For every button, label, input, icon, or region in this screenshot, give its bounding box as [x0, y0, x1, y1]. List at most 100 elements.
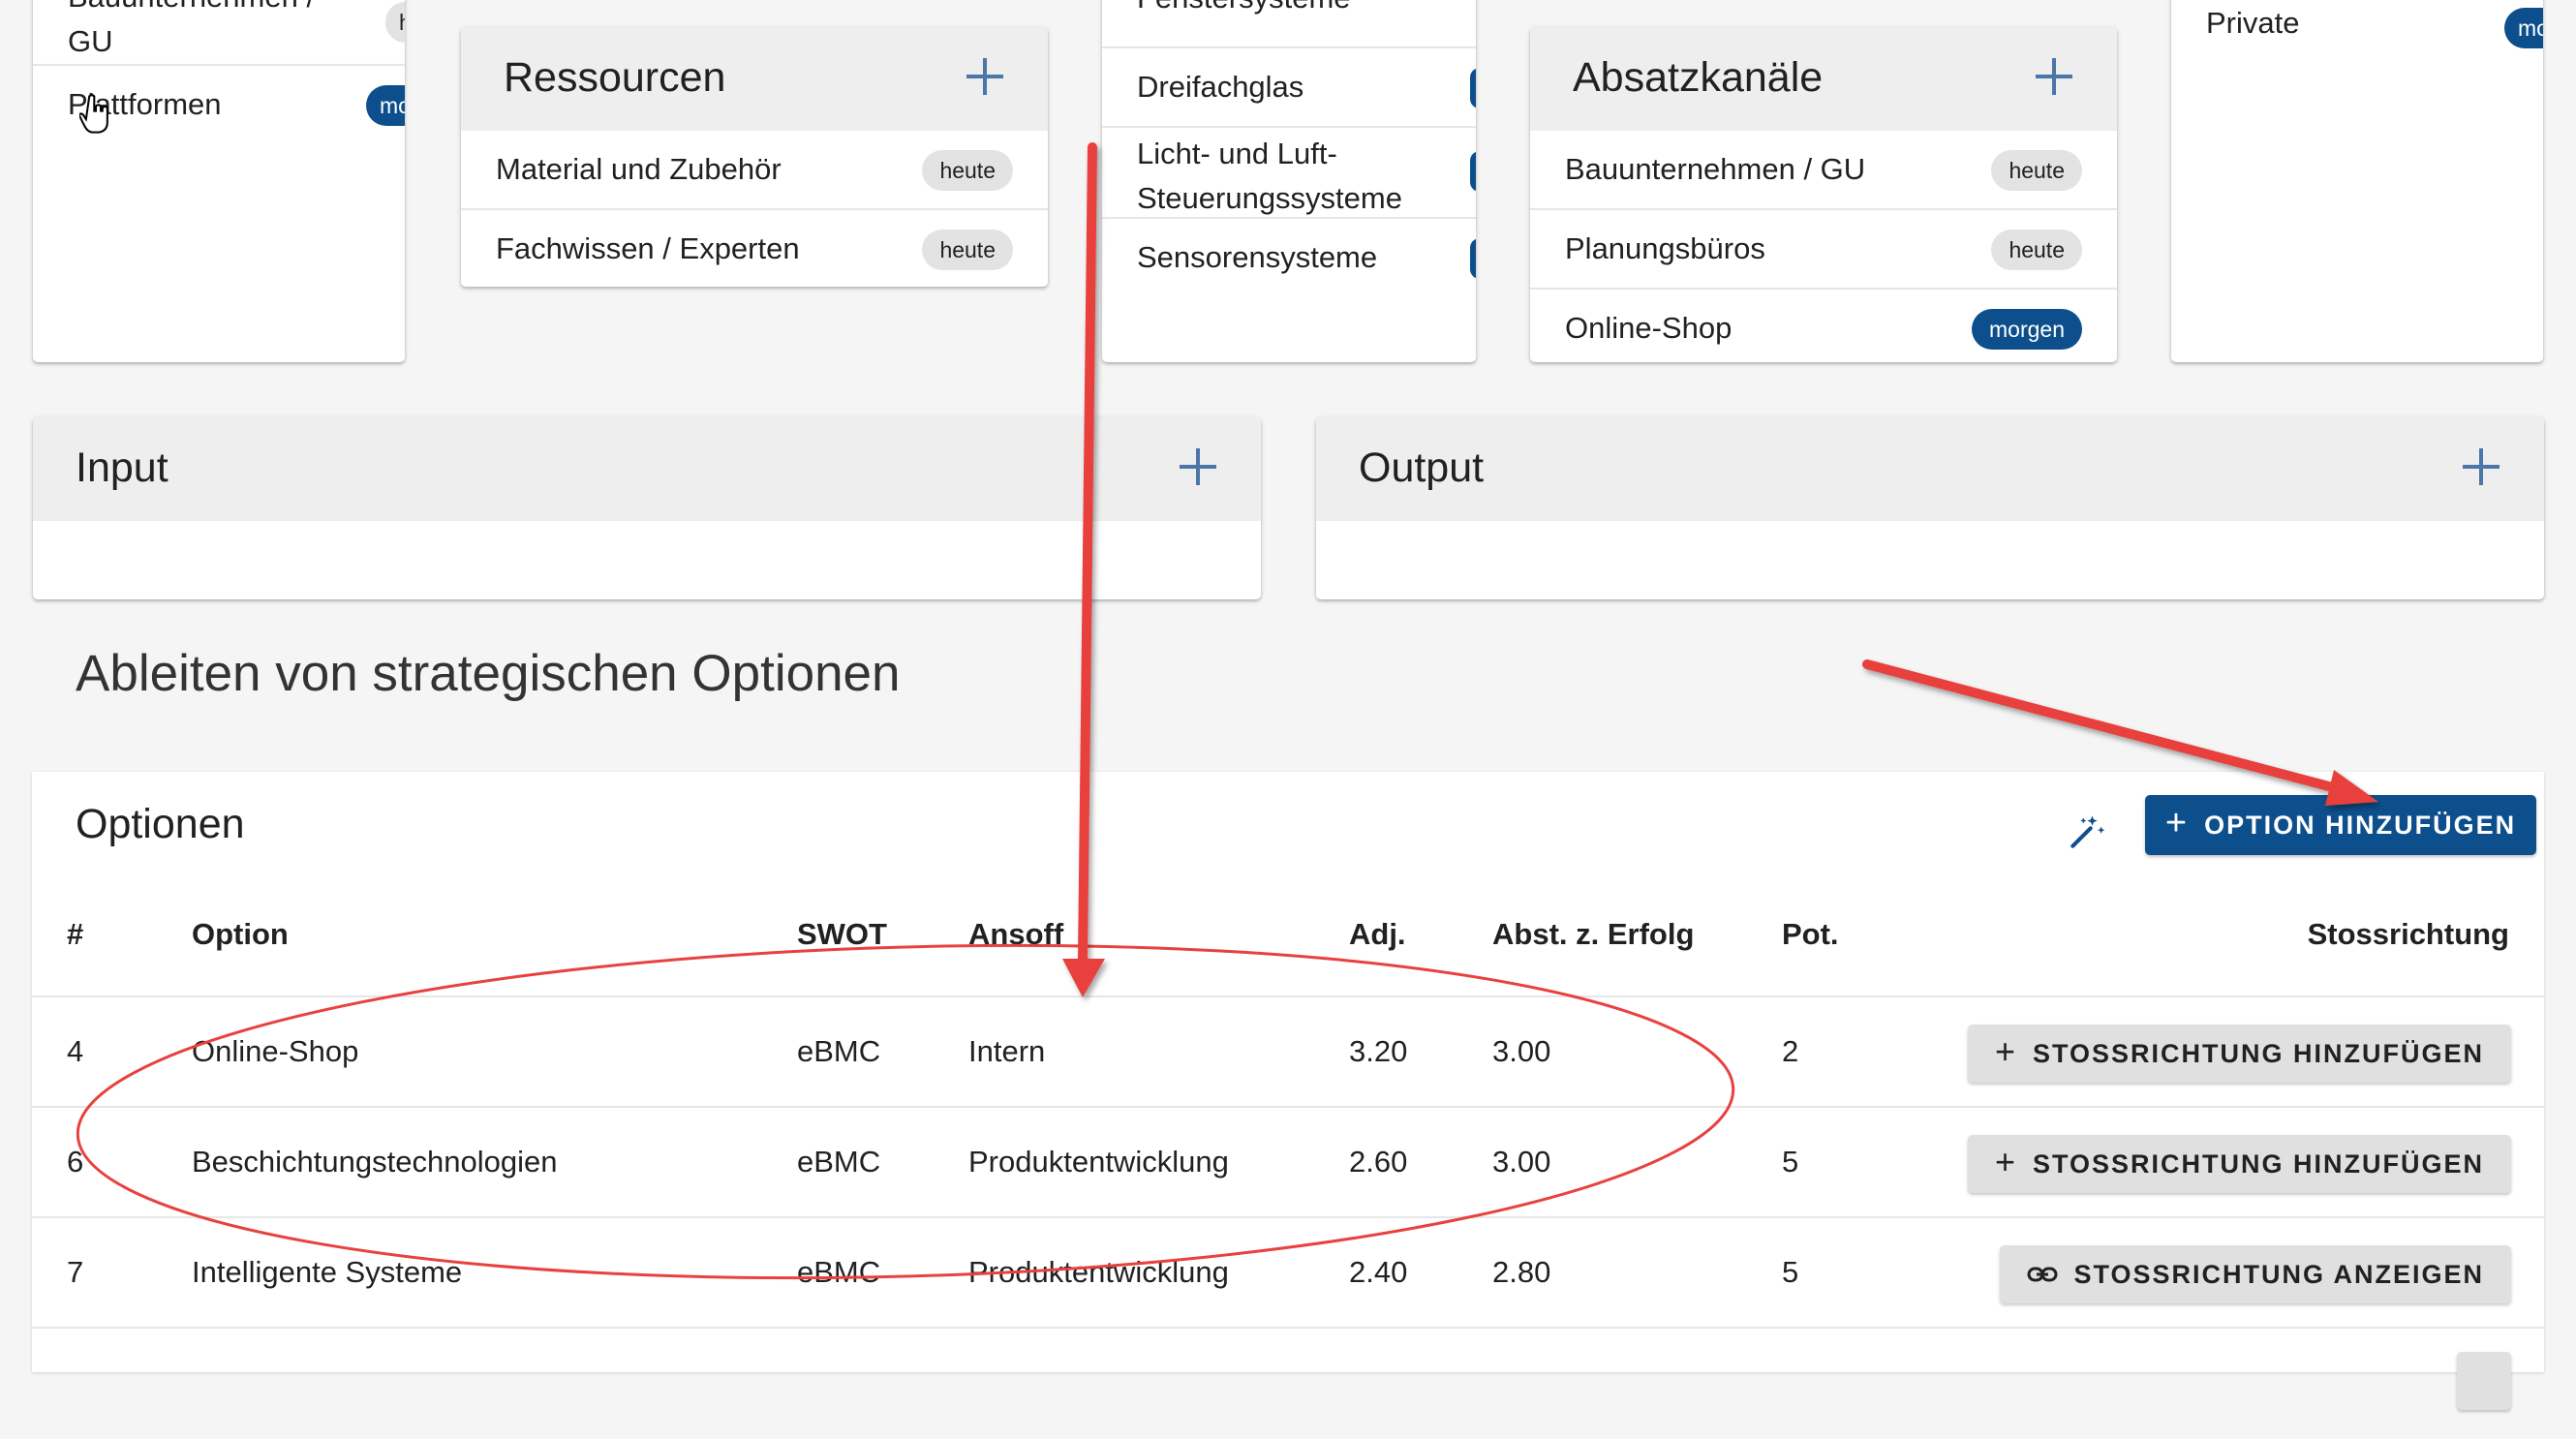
status-badge: heute [1991, 230, 2082, 270]
col-header-option[interactable]: Option [192, 917, 289, 952]
kunden-card: Private morgen [2171, 0, 2543, 362]
cell-pot: 5 [1782, 1255, 1799, 1289]
add-stossrichtung-button[interactable]: + STOSSRICHTUNG HINZUFÜGEN [1967, 1025, 2511, 1083]
item-label: Material und Zubehör [496, 152, 782, 186]
add-stossrichtung-button[interactable]: + STOSSRICHTUNG HINZUFÜGEN [1967, 1135, 2511, 1193]
plus-icon: + [1994, 1142, 2017, 1181]
cell-swot: eBMC [797, 1255, 881, 1289]
plus-icon: + [1994, 1031, 2017, 1071]
plus-icon[interactable] [1178, 446, 1218, 487]
col-header-ansoff[interactable]: Ansoff [968, 917, 1063, 952]
list-item[interactable]: Sensorensysteme [1102, 219, 1476, 296]
cell-adj: 2.40 [1349, 1255, 1408, 1289]
plus-icon[interactable] [2034, 56, 2074, 97]
item-label: Fenstersysteme [1137, 0, 1351, 15]
status-badge [1470, 68, 1476, 108]
item-label: Fachwissen / Experten [496, 231, 800, 265]
list-item[interactable]: Licht- und Luft-Steuerungssysteme [1102, 128, 1476, 219]
list-item[interactable]: Bauunternehmen / GU heute [1530, 131, 2117, 210]
add-option-label: OPTION HINZUFÜGEN [2204, 810, 2517, 840]
list-item[interactable]: Material und Zubehör heute [461, 131, 1048, 210]
table-row[interactable] [32, 1327, 2544, 1439]
cell-swot: eBMC [797, 1034, 881, 1068]
input-card: Input [33, 417, 1261, 599]
item-label: Online-Shop [1565, 311, 1733, 345]
status-badge: heute [1991, 150, 2082, 191]
link-icon [2027, 1267, 2058, 1282]
cell-adj: 3.20 [1349, 1034, 1408, 1068]
cell-pot: 5 [1782, 1145, 1799, 1179]
col-header-stossrichtung[interactable]: Stossrichtung [2308, 917, 2509, 952]
ressourcen-card: Ressourcen Material und Zubehör heute Fa… [461, 27, 1048, 287]
output-card: Output [1316, 417, 2544, 599]
card-title: Absatzkanäle [1573, 54, 1824, 101]
angebot-card: Fenstersysteme Dreifachglas Licht- und L… [1102, 0, 1476, 362]
list-item[interactable]: Online-Shop morgen [1530, 290, 2117, 362]
cell-swot: eBMC [797, 1145, 881, 1179]
item-label: Licht- und Luft-Steuerungssysteme [1137, 137, 1402, 215]
card-header: Absatzkanäle [1530, 27, 2117, 131]
cell-ansoff: Intern [968, 1034, 1046, 1068]
table-row[interactable]: 6 Beschichtungstechnologien eBMC Produkt… [32, 1106, 2544, 1218]
cell-abst: 3.00 [1492, 1145, 1551, 1179]
cell-abst: 2.80 [1492, 1255, 1551, 1289]
list-item[interactable]: Fachwissen / Experten heute [461, 210, 1048, 287]
cell-num: 7 [67, 1255, 84, 1289]
button-label: STOSSRICHTUNG HINZUFÜGEN [2032, 1148, 2484, 1179]
plus-icon[interactable] [2461, 446, 2501, 487]
cell-option: Online-Shop [192, 1034, 359, 1068]
button-label: STOSSRICHTUNG ANZEIGEN [2073, 1259, 2484, 1289]
cell-num: 6 [67, 1145, 84, 1179]
col-header-adj[interactable]: Adj. [1349, 917, 1406, 952]
status-badge: morgen [366, 85, 405, 126]
col-header-swot[interactable]: SWOT [797, 917, 887, 952]
item-label: Private [2206, 6, 2300, 40]
magic-wand-icon[interactable] [2066, 811, 2108, 853]
add-option-button[interactable]: + OPTION HINZUFÜGEN [2145, 795, 2536, 855]
button-label: STOSSRICHTUNG HINZUFÜGEN [2032, 1038, 2484, 1068]
list-item[interactable]: Bauunternehmen / GU h [33, 0, 405, 66]
cell-option: Beschichtungstechnologien [192, 1145, 558, 1179]
item-label: Planungsbüros [1565, 231, 1765, 265]
row-action-button[interactable] [2457, 1352, 2511, 1410]
col-header-abst[interactable]: Abst. z. Erfolg [1492, 917, 1694, 952]
plus-icon: + [2164, 803, 2190, 843]
col-header-num[interactable]: # [67, 917, 83, 952]
status-badge [1470, 238, 1476, 279]
table-row[interactable]: 7 Intelligente Systeme eBMC Produktentwi… [32, 1216, 2544, 1329]
cell-ansoff: Produktentwicklung [968, 1255, 1229, 1289]
list-item[interactable]: Fenstersysteme [1102, 0, 1476, 48]
card-title: Output [1359, 444, 1485, 491]
item-label: Dreifachglas [1137, 70, 1304, 104]
options-table-card: Optionen + OPTION HINZUFÜGEN # Option SW… [32, 772, 2544, 1410]
status-badge: morgen [2504, 8, 2543, 48]
partners-card: Bauunternehmen / GU h Plattformen morgen [33, 0, 405, 362]
list-item[interactable]: Private morgen [2171, 0, 2543, 64]
status-badge [1470, 151, 1476, 192]
status-badge: morgen [1972, 309, 2082, 350]
table-row[interactable]: 4 Online-Shop eBMC Intern 3.20 3.00 2 + … [32, 995, 2544, 1108]
absatzkanaele-card: Absatzkanäle Bauunternehmen / GU heute P… [1530, 27, 2117, 362]
options-title: Optionen [76, 801, 245, 847]
card-title: Input [76, 444, 169, 491]
card-header: Input [33, 417, 1261, 521]
cell-abst: 3.00 [1492, 1034, 1551, 1068]
card-header: Ressourcen [461, 27, 1048, 131]
section-title: Ableiten von strategischen Optionen [76, 645, 901, 702]
card-header: Output [1316, 417, 2544, 521]
list-item[interactable]: Dreifachglas [1102, 48, 1476, 128]
col-header-pot[interactable]: Pot. [1782, 917, 1839, 952]
cell-pot: 2 [1782, 1034, 1799, 1068]
plus-icon[interactable] [965, 56, 1005, 97]
show-stossrichtung-button[interactable]: STOSSRICHTUNG ANZEIGEN [2000, 1245, 2511, 1303]
partner-label: Bauunternehmen / GU [68, 0, 315, 58]
list-item[interactable]: Planungsbüros heute [1530, 210, 2117, 290]
hand-cursor-icon [79, 94, 108, 134]
status-badge: heute [922, 230, 1013, 270]
cell-ansoff: Produktentwicklung [968, 1145, 1229, 1179]
item-label: Bauunternehmen / GU [1565, 152, 1866, 186]
card-title: Ressourcen [504, 54, 726, 101]
cell-num: 4 [67, 1034, 84, 1068]
cell-adj: 2.60 [1349, 1145, 1408, 1179]
item-label: Sensorensysteme [1137, 240, 1378, 274]
